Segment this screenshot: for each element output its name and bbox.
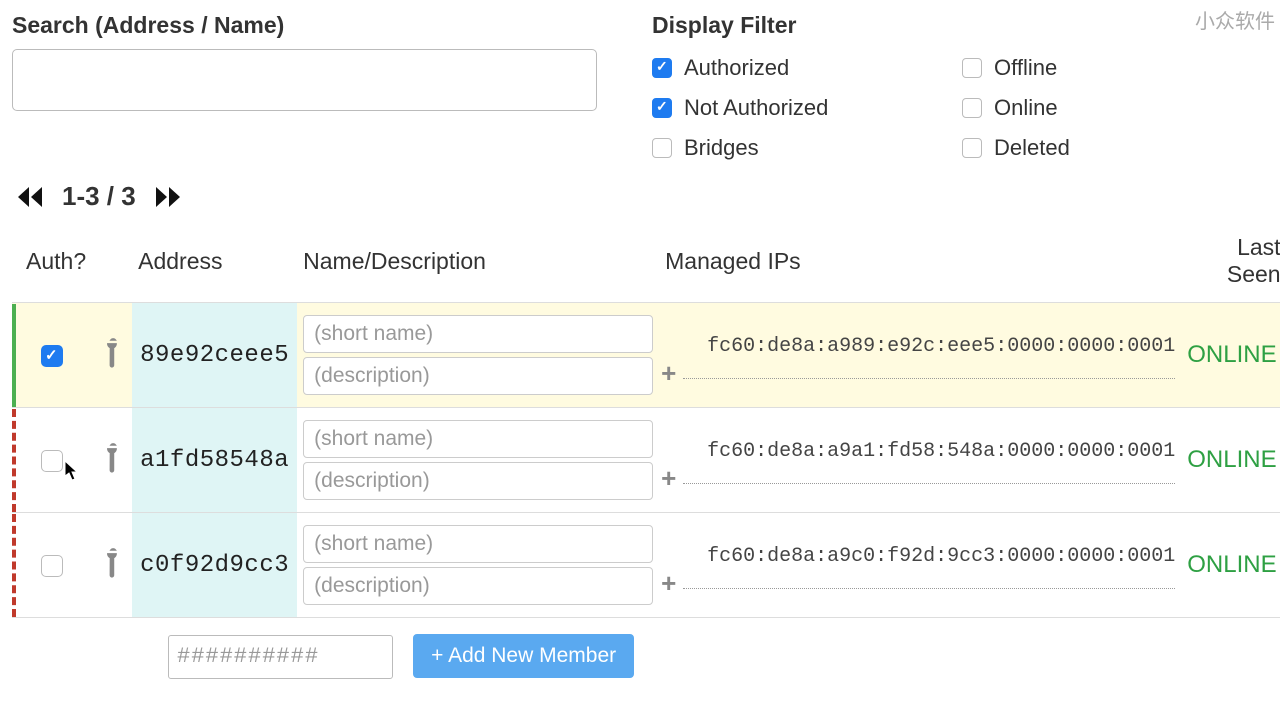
search-label: Search (Address / Name) — [12, 12, 612, 39]
short-name-input[interactable] — [303, 525, 653, 563]
search-input[interactable] — [12, 49, 597, 111]
filter-offline-checkbox[interactable] — [962, 58, 982, 78]
short-name-input[interactable] — [303, 420, 653, 458]
add-ip-icon[interactable]: + — [661, 568, 676, 599]
last-seen: ONLINE — [1181, 408, 1280, 513]
address-cell: a1fd58548a — [132, 408, 297, 513]
auth-checkbox[interactable] — [41, 555, 63, 577]
wrench-icon[interactable] — [92, 513, 132, 618]
description-input[interactable] — [303, 567, 653, 605]
add-ip-icon[interactable]: + — [661, 358, 676, 389]
watermark: 小众软件 — [1195, 5, 1275, 34]
filter-deleted-checkbox[interactable] — [962, 138, 982, 158]
last-seen: ONLINE — [1181, 303, 1280, 408]
pager-range: 1-3 / 3 — [62, 181, 136, 212]
last-seen: ONLINE — [1181, 513, 1280, 618]
filter-bridges-label: Bridges — [684, 135, 759, 161]
filter-authorized-label: Authorized — [684, 55, 789, 81]
filter-bridges-checkbox[interactable] — [652, 138, 672, 158]
col-last-seen: Last Seen — [1181, 230, 1280, 303]
table-row: 89e92ceee5 +fc60:de8a:a989:e92c:eee5:0000… — [12, 303, 1280, 408]
table-row: a1fd58548a +fc60:de8a:a9a1:fd58:548a:0000… — [12, 408, 1280, 513]
col-name: Name/Description — [297, 230, 659, 303]
add-ip-icon[interactable]: + — [661, 463, 676, 494]
short-name-input[interactable] — [303, 315, 653, 353]
filter-not-authorized-checkbox[interactable] — [652, 98, 672, 118]
pager-prev-icon[interactable] — [16, 185, 44, 209]
filter-authorized[interactable]: Authorized — [652, 55, 962, 81]
wrench-icon[interactable] — [92, 303, 132, 408]
wrench-icon[interactable] — [92, 408, 132, 513]
filter-offline-label: Offline — [994, 55, 1057, 81]
filter-deleted[interactable]: Deleted — [962, 135, 1268, 161]
col-ips: Managed IPs — [659, 230, 1181, 303]
add-member-button[interactable]: + Add New Member — [413, 634, 634, 678]
filter-online-label: Online — [994, 95, 1058, 121]
address-cell: 89e92ceee5 — [132, 303, 297, 408]
managed-ip: fc60:de8a:a9c0:f92d:9cc3:0000:0000:0001 — [683, 541, 1175, 589]
filter-not-authorized[interactable]: Not Authorized — [652, 95, 962, 121]
filter-online[interactable]: Online — [962, 95, 1268, 121]
col-auth: Auth? — [12, 230, 92, 303]
filter-offline[interactable]: Offline — [962, 55, 1268, 81]
col-address: Address — [132, 230, 297, 303]
pager-next-icon[interactable] — [154, 185, 182, 209]
address-cell: c0f92d9cc3 — [132, 513, 297, 618]
managed-ip: fc60:de8a:a9a1:fd58:548a:0000:0000:0001 — [683, 436, 1175, 484]
filter-authorized-checkbox[interactable] — [652, 58, 672, 78]
managed-ip: fc60:de8a:a989:e92c:eee5:0000:0000:0001 — [683, 331, 1175, 379]
table-row: c0f92d9cc3 +fc60:de8a:a9c0:f92d:9cc3:0000… — [12, 513, 1280, 618]
new-member-input[interactable] — [168, 635, 393, 679]
auth-checkbox[interactable] — [41, 450, 63, 472]
members-table: Auth? Address Name/Description Managed I… — [12, 230, 1280, 618]
filter-online-checkbox[interactable] — [962, 98, 982, 118]
filter-bridges[interactable]: Bridges — [652, 135, 962, 161]
auth-checkbox[interactable] — [41, 345, 63, 367]
filter-deleted-label: Deleted — [994, 135, 1070, 161]
filter-not-authorized-label: Not Authorized — [684, 95, 828, 121]
description-input[interactable] — [303, 357, 653, 395]
pager: 1-3 / 3 — [16, 181, 1268, 212]
description-input[interactable] — [303, 462, 653, 500]
filter-label: Display Filter — [652, 12, 1268, 39]
